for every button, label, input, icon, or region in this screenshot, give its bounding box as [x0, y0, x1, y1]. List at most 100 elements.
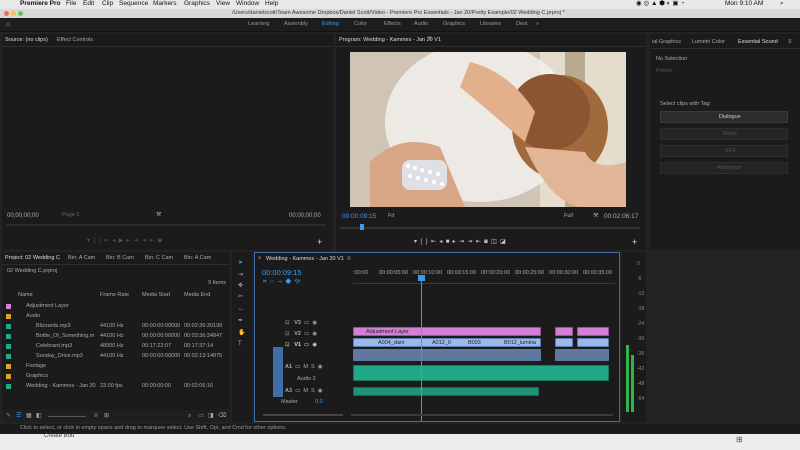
track-v2-header[interactable]: ⊡ V2 ▭ ◉ [285, 331, 317, 338]
tab-bin-a-cam[interactable]: Bin: A Cam [68, 255, 95, 262]
music-button[interactable]: Music [660, 128, 788, 140]
close-window-button[interactable] [4, 11, 9, 16]
tab-essential-graphics[interactable]: ial Graphics [652, 39, 681, 46]
v1-clips-group[interactable]: A004_dam A012_0 B003 B012_lumina [353, 338, 541, 347]
track-v3-header[interactable]: ⊡ V3 ▭ ◉ [285, 320, 317, 327]
automate-icon[interactable]: ⊞ [104, 413, 109, 419]
add-button-icon[interactable]: + [317, 238, 322, 247]
menu-markers[interactable]: Markers [153, 0, 176, 8]
a1-audio-clip[interactable] [353, 349, 541, 361]
timeline-playhead[interactable] [421, 275, 422, 421]
razor-tool-icon[interactable]: ✂ [238, 294, 243, 300]
sfx-button[interactable]: SFX [660, 145, 788, 157]
project-row[interactable]: Blizzards.mp3 44100 Hz 00:00:00:00000 00:02… [2, 322, 230, 332]
column-media-end[interactable]: Media End [184, 292, 210, 299]
tab-timeline[interactable]: Wedding - Kammes - Jan 20 V1 [266, 256, 344, 263]
add-button-icon[interactable]: + [632, 238, 637, 247]
timeline-zoom-scroll[interactable] [263, 414, 343, 416]
tab-project[interactable]: Project: 02 Wedding C [5, 255, 60, 262]
workspace-learning[interactable]: Learning [248, 21, 269, 28]
adjustment-layer-clip-3[interactable] [577, 327, 609, 336]
menu-window[interactable]: Window [236, 0, 259, 8]
project-row[interactable]: Bottle_Of_Something.m 44100 Hz 00:00:00:00… [2, 332, 230, 342]
a1-audio-clip-2[interactable] [555, 349, 609, 361]
a3-audio-clip[interactable] [353, 387, 539, 396]
project-row[interactable]: Graphics [2, 372, 230, 382]
project-row[interactable]: Celebrant.mp3 48000 Hz 00:17:22:07 00:17:37… [2, 342, 230, 352]
zoom-slider[interactable] [48, 416, 86, 417]
timeline-timecode[interactable]: 00:00:09:15 [262, 269, 302, 277]
panel-menu-icon[interactable]: ≡ [788, 39, 792, 45]
panel-menu-icon[interactable]: ≡ [347, 256, 351, 262]
pencil-icon[interactable]: ✎ [6, 413, 11, 419]
adjustment-layer-clip[interactable]: Adjustment Layer [353, 327, 541, 336]
ambience-button[interactable]: Ambience [660, 162, 788, 174]
tab-essential-sound[interactable]: Essential Sound [738, 39, 778, 46]
program-timecode[interactable]: 00:00:09:15 [342, 213, 376, 221]
v1-clip-2[interactable] [555, 338, 573, 347]
program-resolution-select[interactable]: Full [564, 213, 573, 220]
workspace-audio[interactable]: Audio [414, 21, 428, 28]
track-v1-header[interactable]: ⊡ V1 ▭ ◉ [285, 342, 317, 349]
new-bin-icon[interactable]: ▭ [198, 413, 204, 419]
close-tab-icon[interactable]: × [258, 256, 262, 262]
pen-tool-icon[interactable]: ✒ [238, 318, 243, 324]
workspace-dest[interactable]: Dest [516, 21, 527, 28]
program-transport-controls[interactable]: ▾ { } ⇤ ◂ ■ ▸ ⇥ ⇥ ⇤ ◙ ◫ ◪ [414, 239, 506, 245]
program-scrubber[interactable] [340, 227, 640, 229]
tab-bin-c-cam[interactable]: Bin: C Cam [145, 255, 173, 262]
a2-music-clip[interactable] [353, 365, 609, 381]
project-row[interactable]: Wedding - Kammes - Jan 20 23.00 fps 00:00:… [2, 382, 230, 392]
slip-tool-icon[interactable]: ↔ [238, 306, 244, 312]
project-row[interactable]: Sunday_Drive.mp3 44100 Hz 00:00:00:00000 00… [2, 352, 230, 362]
master-value[interactable]: 0.0 [315, 399, 323, 406]
track-target-column[interactable] [273, 347, 283, 397]
tab-effect-controls[interactable]: Effect Controls [57, 37, 93, 44]
type-tool-icon[interactable]: T [238, 341, 242, 347]
project-row[interactable]: Adjustment Layer [2, 302, 230, 312]
icon-view-icon[interactable]: ▦ [26, 413, 32, 419]
program-playhead[interactable] [360, 224, 364, 230]
trash-icon[interactable]: ⌫ [218, 413, 226, 419]
menu-clip[interactable]: Clip [102, 0, 113, 8]
home-icon[interactable]: ⌂ [6, 21, 10, 28]
workspace-assembly[interactable]: Assembly [284, 21, 308, 28]
project-row[interactable]: Audio [2, 312, 230, 322]
column-media-start[interactable]: Media Start [142, 292, 170, 299]
menu-app[interactable]: Premiere Pro [20, 0, 60, 8]
menu-sequence[interactable]: Sequence [119, 0, 148, 8]
column-name[interactable]: Name [18, 292, 33, 299]
workspace-effects[interactable]: Effects [384, 21, 401, 28]
adjustment-layer-clip-2[interactable] [555, 327, 573, 336]
menu-edit[interactable]: Edit [83, 0, 94, 8]
find-icon[interactable]: ⌕ [188, 413, 191, 419]
tab-bin-a-cam-2[interactable]: Bin: A Cam [184, 255, 211, 262]
timeline-hscroll[interactable] [351, 414, 613, 416]
source-transport-controls[interactable]: ▾ { } ⇤ ◂ ▶ ▸ ⇥ ⇥ ⇤ ◙ [87, 238, 162, 244]
workspace-graphics[interactable]: Graphics [443, 21, 465, 28]
tab-lumetri-color[interactable]: Lumetri Color [692, 39, 725, 46]
settings-wrench-icon[interactable]: ⚒ [593, 213, 598, 219]
tab-program[interactable]: Program: Wedding - Kammes - Jan 20 V1 [339, 37, 441, 44]
expand-icon[interactable]: ⊞ [736, 436, 743, 444]
panel-menu-icon[interactable]: ≡ [428, 36, 432, 42]
dialogue-button[interactable]: Dialogue [660, 111, 788, 123]
zoom-window-button[interactable] [18, 11, 23, 16]
search-icon[interactable]: ⌕ [780, 0, 784, 8]
freeform-view-icon[interactable]: ◧ [36, 413, 42, 419]
workspace-color[interactable]: Color [354, 21, 367, 28]
program-video-frame[interactable] [350, 52, 626, 207]
sort-icon[interactable]: ≡ [94, 413, 98, 419]
track-a3-header[interactable]: A3 ▭ M S ◉ [285, 388, 323, 395]
timeline-tracks-area[interactable]: Adjustment Layer A004_dam A012_0 B003 B0… [353, 327, 615, 399]
tab-source[interactable]: Source: (no clips) [5, 37, 48, 44]
new-item-icon[interactable]: ◨ [208, 413, 214, 419]
menu-graphics[interactable]: Graphics [184, 0, 210, 8]
playhead-handle[interactable] [418, 275, 425, 281]
timeline-ruler[interactable]: :00:00 00:00:05:00 00:00:10:00 00:00:15:… [353, 269, 615, 281]
tab-bin-b-cam[interactable]: Bin: B Cam [106, 255, 134, 262]
source-scrubber[interactable] [6, 224, 326, 226]
timeline-snap-tools-icon[interactable]: ⌗ ∩ ⊣ ◆ ⚒ [263, 279, 300, 285]
workspace-more-icon[interactable]: » [536, 21, 539, 28]
column-frame-rate[interactable]: Frame Rate [100, 292, 129, 299]
